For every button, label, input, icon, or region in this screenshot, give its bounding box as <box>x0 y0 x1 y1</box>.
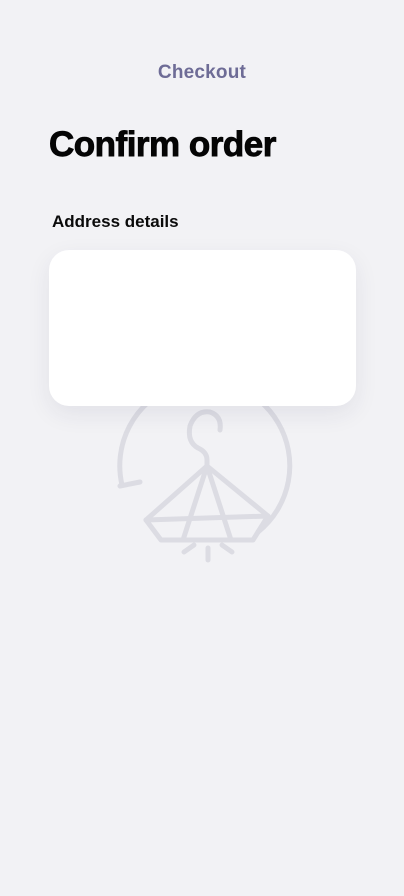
header-title: Checkout <box>157 62 247 83</box>
address-section-title: Address details <box>52 212 179 231</box>
page-title: Confirm order <box>49 125 277 165</box>
address-card[interactable] <box>49 250 356 406</box>
